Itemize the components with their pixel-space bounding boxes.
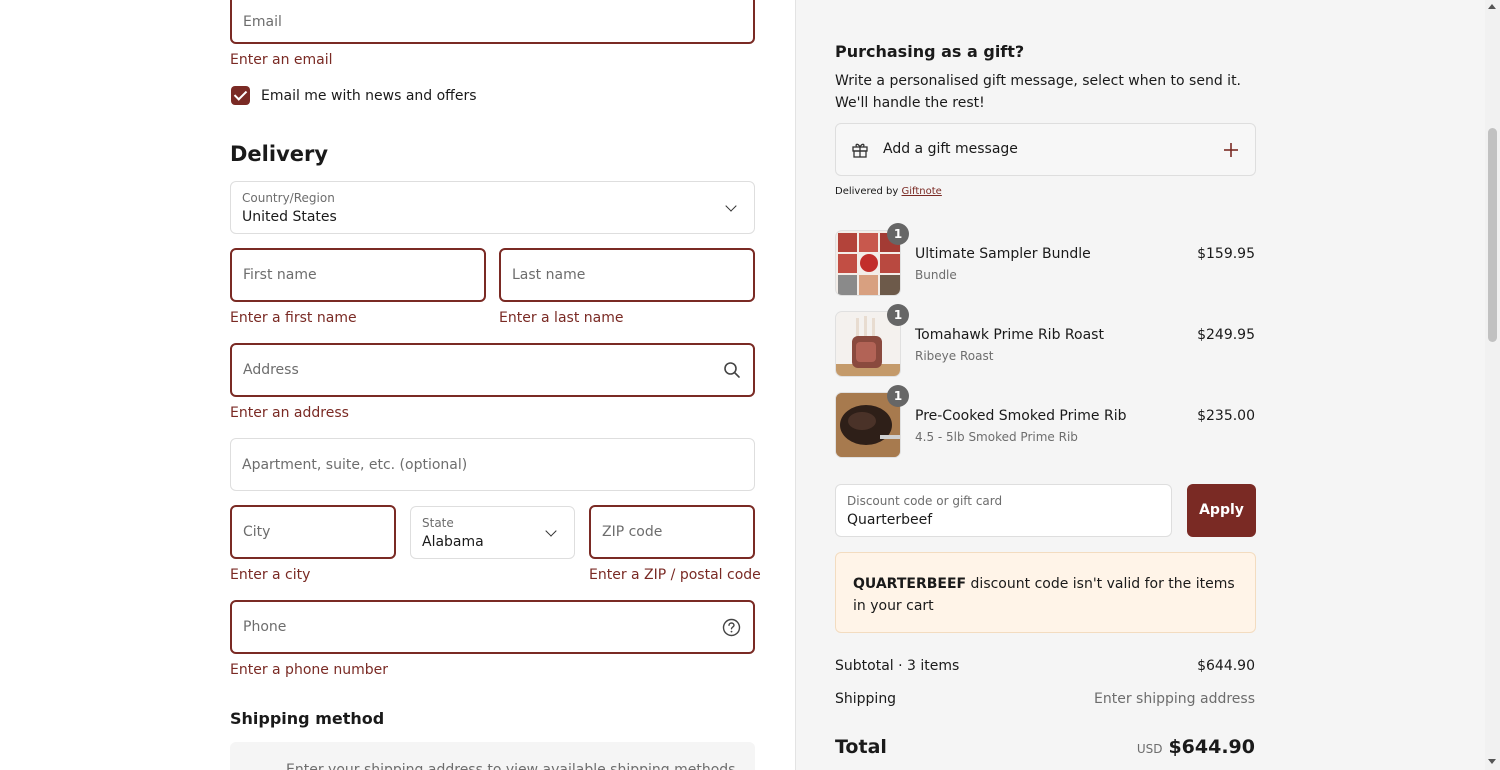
subtotal-value: $644.90 <box>1197 658 1255 674</box>
email-error: Enter an email <box>230 52 333 68</box>
add-gift-message-button[interactable]: Add a gift message <box>835 123 1256 176</box>
item-name: Pre-Cooked Smoked Prime Rib <box>915 408 1127 424</box>
item-price: $235.00 <box>1197 408 1255 424</box>
currency-code: USD <box>1136 742 1163 756</box>
apply-button[interactable]: Apply <box>1187 484 1256 537</box>
search-icon[interactable] <box>723 361 741 379</box>
email-placeholder: Email <box>243 14 282 30</box>
newsletter-label[interactable]: Email me with news and offers <box>261 88 477 104</box>
state-select[interactable]: State Alabama <box>410 506 575 559</box>
add-gift-message-label: Add a gift message <box>883 141 1018 157</box>
subtotal-label: Subtotal · 3 items <box>835 658 960 674</box>
discount-code-input[interactable]: Discount code or gift card Quarterbeef <box>835 484 1172 537</box>
shipping-method-info: Enter your shipping address to view avai… <box>286 762 740 770</box>
apartment-input[interactable]: Apartment, suite, etc. (optional) <box>230 438 755 491</box>
shipping-method-heading: Shipping method <box>230 709 385 728</box>
plus-icon <box>1224 143 1238 157</box>
state-value: Alabama <box>422 534 484 550</box>
last-name-error: Enter a last name <box>499 310 624 326</box>
country-value: United States <box>242 209 337 225</box>
last-name-input[interactable]: Last name <box>499 248 755 302</box>
city-placeholder: City <box>243 524 271 540</box>
chevron-down-icon <box>725 200 737 212</box>
item-name: Ultimate Sampler Bundle <box>915 246 1091 262</box>
address-placeholder: Address <box>243 362 299 378</box>
address-input[interactable]: Address <box>230 343 755 397</box>
total-label: Total <box>835 736 887 758</box>
gift-icon <box>852 143 868 158</box>
discount-error-notice: QUARTERBEEF discount code isn't valid fo… <box>835 552 1256 633</box>
shipping-value: Enter shipping address <box>1094 691 1255 707</box>
page-scrollbar[interactable] <box>1485 0 1500 770</box>
quantity-badge: 1 <box>887 304 909 326</box>
phone-placeholder: Phone <box>243 619 287 635</box>
newsletter-checkbox[interactable] <box>231 86 250 105</box>
gift-heading: Purchasing as a gift? <box>835 42 1025 61</box>
item-price: $249.95 <box>1197 327 1255 343</box>
discount-label: Discount code or gift card <box>847 494 1003 508</box>
item-variant: Ribeye Roast <box>915 349 994 363</box>
chevron-down-icon <box>545 525 557 537</box>
giftnote-link[interactable]: Giftnote <box>902 186 942 197</box>
delivered-by-label: Delivered by <box>835 186 899 197</box>
scroll-down-arrow-icon[interactable] <box>1488 759 1496 764</box>
delivery-heading: Delivery <box>230 142 329 166</box>
discount-error-code: QUARTERBEEF <box>853 576 967 592</box>
email-input[interactable]: Email <box>230 0 755 44</box>
item-name: Tomahawk Prime Rib Roast <box>915 327 1104 343</box>
item-variant: 4.5 - 5lb Smoked Prime Rib <box>915 430 1078 444</box>
scroll-up-arrow-icon[interactable] <box>1488 4 1496 9</box>
zip-error: Enter a ZIP / postal code <box>589 567 761 583</box>
quantity-badge: 1 <box>887 223 909 245</box>
zip-placeholder: ZIP code <box>602 524 663 540</box>
first-name-input[interactable]: First name <box>230 248 486 302</box>
discount-error-text: QUARTERBEEF discount code isn't valid fo… <box>853 573 1238 617</box>
country-select[interactable]: Country/Region United States <box>230 181 755 234</box>
gift-description: Write a personalised gift message, selec… <box>835 73 1242 111</box>
state-label: State <box>422 516 454 530</box>
shipping-method-box: Enter your shipping address to view avai… <box>230 742 755 770</box>
delivered-by: Delivered by Giftnote <box>835 186 942 197</box>
city-input[interactable]: City <box>230 505 396 559</box>
phone-error: Enter a phone number <box>230 662 388 678</box>
item-variant: Bundle <box>915 268 957 282</box>
scrollbar-thumb[interactable] <box>1488 128 1497 342</box>
last-name-placeholder: Last name <box>512 267 586 283</box>
address-error: Enter an address <box>230 405 349 421</box>
phone-input[interactable]: Phone <box>230 600 755 654</box>
checkout-form: Email Enter an email Email me with news … <box>0 0 795 770</box>
country-label: Country/Region <box>242 191 335 205</box>
first-name-error: Enter a first name <box>230 310 357 326</box>
city-error: Enter a city <box>230 567 311 583</box>
item-price: $159.95 <box>1197 246 1255 262</box>
zip-input[interactable]: ZIP code <box>589 505 755 559</box>
apartment-placeholder: Apartment, suite, etc. (optional) <box>242 456 468 473</box>
total-value: $644.90 <box>1168 736 1255 758</box>
first-name-placeholder: First name <box>243 267 317 283</box>
help-icon[interactable] <box>722 618 741 637</box>
shipping-label: Shipping <box>835 691 897 707</box>
quantity-badge: 1 <box>887 385 909 407</box>
discount-value: Quarterbeef <box>847 512 933 528</box>
total-amount: USD $644.90 <box>1137 736 1255 758</box>
